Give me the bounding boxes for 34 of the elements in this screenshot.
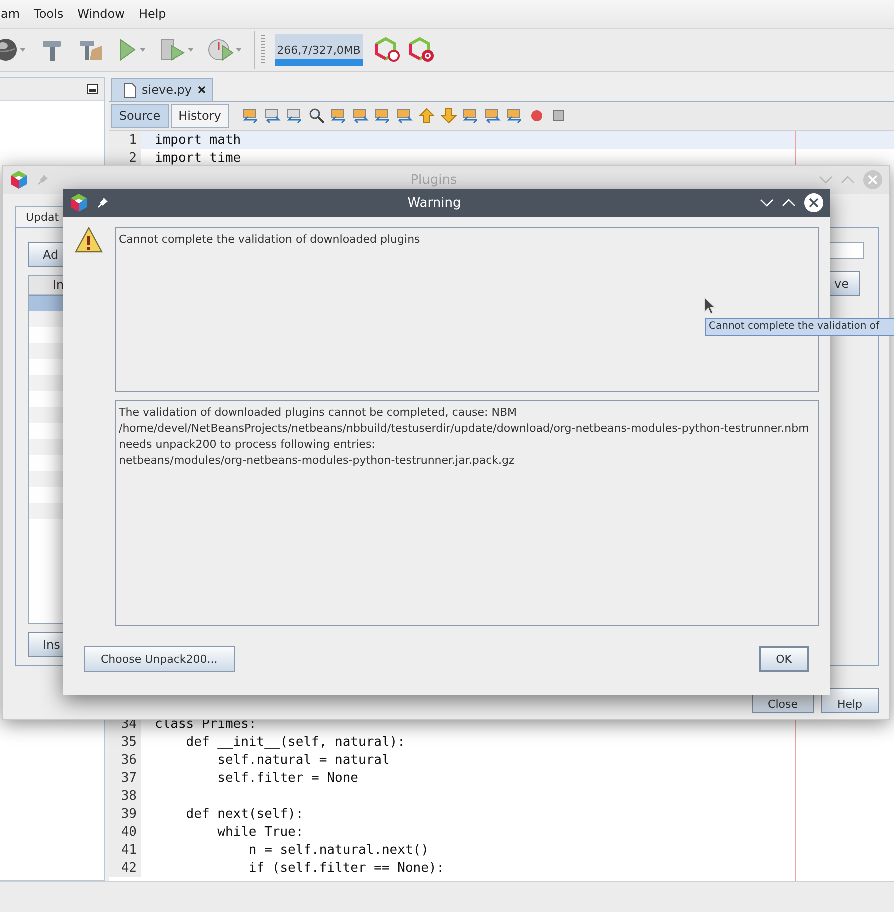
- choose-unpack-button[interactable]: Choose Unpack200...: [84, 646, 235, 672]
- dialog-title: Warning: [406, 196, 462, 210]
- line-number: 35: [109, 733, 141, 751]
- code-line: self.natural = natural: [216, 752, 390, 768]
- help-button[interactable]: Help: [821, 688, 879, 713]
- code-line: self.filter = None: [216, 770, 358, 786]
- line-number: 37: [109, 769, 141, 787]
- line-number: 1: [109, 131, 141, 149]
- line-number: 42: [109, 859, 141, 877]
- view-tab[interactable]: History: [171, 104, 229, 128]
- file-name: sieve.py: [142, 83, 192, 97]
- menu-item[interactable]: Tools: [34, 5, 64, 23]
- code-line: if (self.filter == None):: [248, 860, 445, 876]
- code-line: def next(self):: [185, 806, 304, 822]
- line-number: 40: [109, 823, 141, 841]
- menu-item[interactable]: Help: [138, 5, 166, 23]
- menu-item[interactable]: am: [1, 5, 20, 23]
- ok-button[interactable]: OK: [759, 646, 809, 672]
- line-number: 38: [109, 787, 141, 805]
- tooltip: Cannot complete the validation of: [705, 318, 894, 336]
- code-line: import time: [155, 150, 242, 166]
- view-tab[interactable]: Source: [111, 104, 169, 128]
- code-line: import math: [155, 132, 242, 148]
- file-tab[interactable]: sieve.py: [111, 78, 213, 101]
- line-number: 36: [109, 751, 141, 769]
- code-line: def __init__(self, natural):: [185, 734, 406, 750]
- menu-item[interactable]: Window: [78, 5, 125, 23]
- line-number: 39: [109, 805, 141, 823]
- line-number: 41: [109, 841, 141, 859]
- code-line: n = self.natural.next(): [248, 842, 429, 858]
- dialog-title: Plugins: [410, 172, 458, 188]
- memory-meter[interactable]: 266,7/327,0MB: [275, 34, 363, 66]
- code-line: while True:: [216, 824, 304, 840]
- error-details: The validation of downloaded plugins cannot be completed, cause: NBM /home/devel/NetBeansProjects/netbeans/nbbuild/testuserdir/update/download/org-netbeans-modules-python-testrunner.nbm needs unpack200 to process following entries: netbeans/modules/org-netbeans-modules-python-testrunner.jar.pack.gz: [115, 400, 819, 626]
